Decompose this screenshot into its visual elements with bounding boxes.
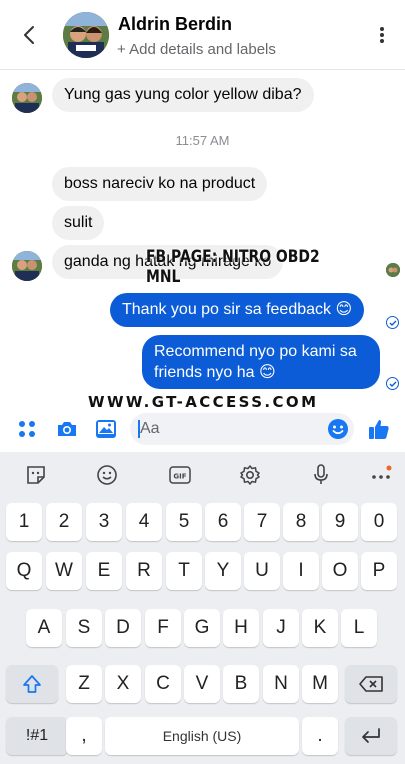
key[interactable]: 3: [86, 503, 122, 541]
key[interactable]: Q: [6, 552, 42, 590]
key[interactable]: 0: [361, 503, 397, 541]
key[interactable]: D: [105, 609, 141, 647]
space-key[interactable]: English (US): [105, 717, 299, 755]
period-key[interactable]: .: [302, 717, 338, 755]
camera-button[interactable]: [54, 416, 80, 442]
key[interactable]: O: [322, 552, 358, 590]
key[interactable]: K: [302, 609, 338, 647]
key[interactable]: F: [145, 609, 181, 647]
delivered-check-icon: [386, 377, 399, 390]
key[interactable]: J: [263, 609, 299, 647]
key[interactable]: 1: [6, 503, 42, 541]
key[interactable]: H: [223, 609, 259, 647]
add-details-link[interactable]: + Add details and labels: [117, 41, 276, 58]
enter-key[interactable]: [345, 717, 397, 755]
image-icon: [96, 420, 116, 438]
shift-arrow-icon: [23, 675, 41, 693]
sender-avatar[interactable]: [12, 251, 42, 281]
backspace-key[interactable]: [345, 665, 397, 703]
smiley-icon: [328, 419, 348, 439]
message-composer: Aa: [0, 408, 405, 450]
outgoing-message[interactable]: Recommend nyo po kami sa friends nyo ha …: [142, 335, 380, 389]
microphone-icon: [314, 464, 328, 484]
key[interactable]: Z: [66, 665, 102, 703]
camera-icon: [58, 422, 76, 436]
soft-keyboard: GIF 1 2 3 4 5 6 7 8 9 0 Q W E R T Y U I …: [0, 452, 405, 764]
incoming-message[interactable]: Yung gas yung color yellow diba?: [52, 78, 314, 112]
more-tools-button[interactable]: [368, 462, 394, 488]
message-input[interactable]: Aa: [130, 413, 354, 445]
key[interactable]: X: [105, 665, 141, 703]
key[interactable]: Y: [205, 552, 241, 590]
key[interactable]: M: [302, 665, 338, 703]
key[interactable]: A: [26, 609, 62, 647]
key[interactable]: E: [86, 552, 122, 590]
shift-key[interactable]: [6, 665, 58, 703]
gif-icon: GIF: [169, 466, 191, 484]
key[interactable]: W: [46, 552, 82, 590]
outgoing-message[interactable]: Thank you po sir sa feedback 😊: [110, 293, 365, 327]
key[interactable]: 2: [46, 503, 82, 541]
gif-text: GIF: [173, 473, 186, 481]
emoji-icon: [97, 465, 117, 485]
incoming-message[interactable]: boss nareciv ko na product: [52, 167, 268, 201]
gallery-button[interactable]: [93, 416, 119, 442]
key[interactable]: S: [66, 609, 102, 647]
key[interactable]: V: [184, 665, 220, 703]
delivered-check-icon: [386, 316, 399, 329]
key[interactable]: B: [223, 665, 259, 703]
key[interactable]: 7: [244, 503, 280, 541]
gear-icon: [240, 465, 260, 485]
emoji-button[interactable]: [326, 417, 350, 441]
more-horizontal-icon: [372, 465, 392, 479]
symbols-key[interactable]: !#1: [6, 717, 68, 755]
message-list[interactable]: Yung gas yung color yellow diba? 11:57 A…: [0, 70, 405, 414]
message-timestamp: 11:57 AM: [175, 133, 230, 148]
more-options-button[interactable]: [372, 23, 392, 47]
back-button[interactable]: [14, 20, 44, 50]
key[interactable]: I: [283, 552, 319, 590]
key[interactable]: 4: [126, 503, 162, 541]
key[interactable]: L: [341, 609, 377, 647]
contact-name[interactable]: Aldrin Berdin: [118, 14, 232, 35]
grid-dots-icon: [19, 421, 35, 437]
message-input-placeholder: Aa: [140, 420, 160, 437]
sticker-button[interactable]: [23, 462, 49, 488]
chevron-left-icon: [24, 26, 34, 44]
sender-avatar[interactable]: [12, 83, 42, 113]
keyboard-toolbar: GIF: [0, 452, 405, 496]
gif-button[interactable]: GIF: [167, 462, 193, 488]
incoming-message[interactable]: sulit: [52, 206, 105, 240]
key[interactable]: 6: [205, 503, 241, 541]
conversation-header: Aldrin Berdin + Add details and labels: [0, 0, 405, 70]
key[interactable]: 5: [166, 503, 202, 541]
message-line: Recommend nyo po kami sa: [154, 343, 357, 360]
backspace-icon: [359, 676, 383, 692]
contact-avatar[interactable]: [63, 12, 109, 58]
keyboard-settings-button[interactable]: [237, 462, 263, 488]
message-line: friends nyo ha 😊: [154, 364, 276, 381]
like-button[interactable]: [366, 416, 392, 442]
fb-page-watermark: FB PAGE: NITRO OBD2 MNL: [146, 247, 320, 287]
key[interactable]: P: [361, 552, 397, 590]
key[interactable]: T: [166, 552, 202, 590]
more-vertical-icon: [380, 27, 384, 43]
seen-indicator-avatar: [386, 263, 400, 277]
key[interactable]: U: [244, 552, 280, 590]
thumbs-up-icon: [369, 420, 389, 439]
comma-key[interactable]: ,: [66, 717, 102, 755]
enter-arrow-icon: [362, 728, 380, 743]
sticker-icon: [27, 466, 45, 484]
more-actions-button[interactable]: [14, 416, 40, 442]
key[interactable]: R: [126, 552, 162, 590]
key[interactable]: G: [184, 609, 220, 647]
key[interactable]: C: [145, 665, 181, 703]
key[interactable]: N: [263, 665, 299, 703]
key[interactable]: 8: [283, 503, 319, 541]
key[interactable]: 9: [322, 503, 358, 541]
voice-input-button[interactable]: [308, 462, 334, 488]
keyboard-emoji-button[interactable]: [94, 462, 120, 488]
